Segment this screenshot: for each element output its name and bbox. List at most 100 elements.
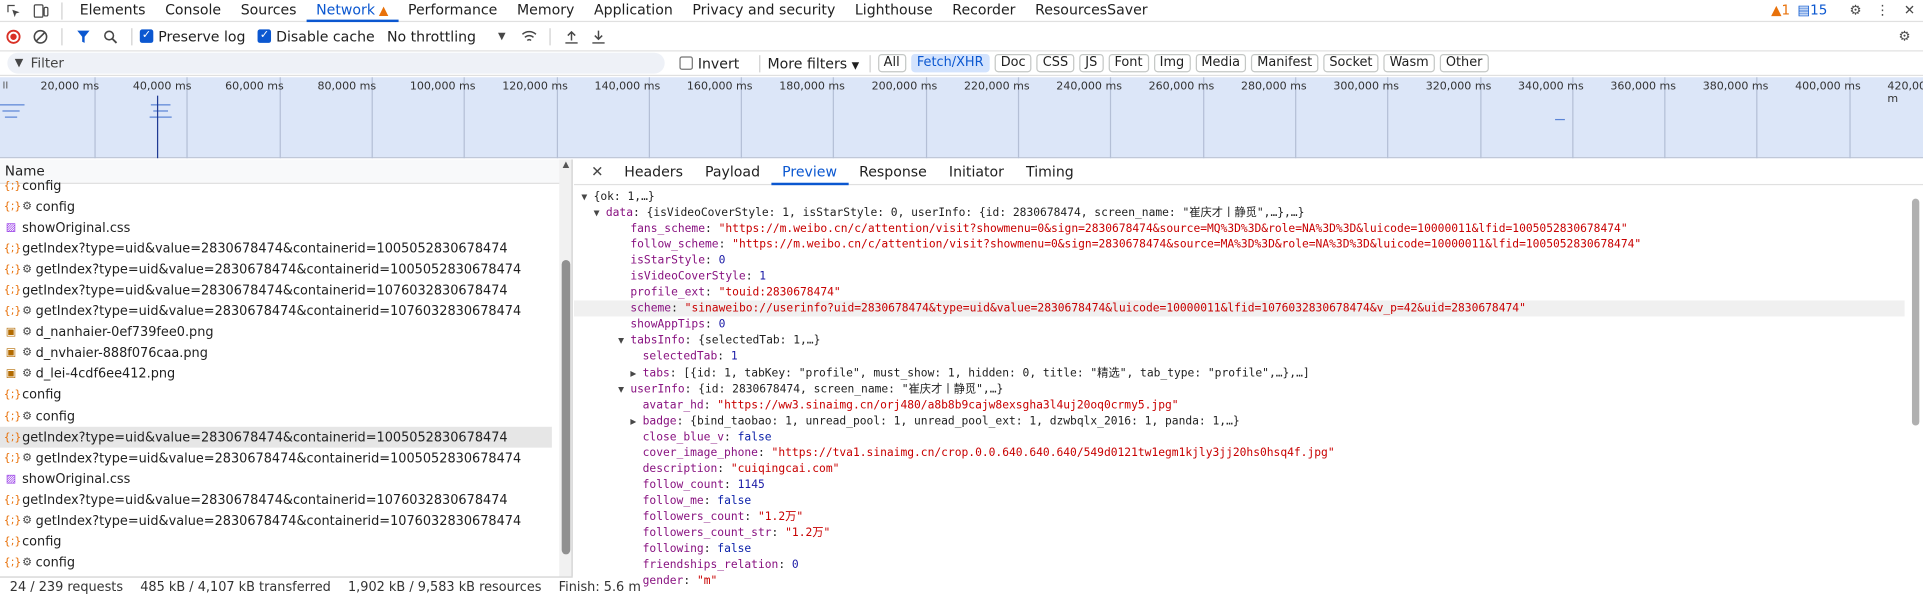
filter-type-socket[interactable]: Socket (1323, 53, 1379, 73)
collapsed-triangle-icon[interactable]: ▶ (630, 365, 642, 381)
scrollbar-thumb[interactable] (561, 259, 571, 555)
settings-gear-icon[interactable]: ⚙ (1847, 2, 1864, 19)
json-property-row[interactable]: profile_ext: "touid:2830678474" (574, 285, 1905, 301)
json-property-row[interactable]: selectedTab: 1 (574, 349, 1905, 365)
tab-lighthouse[interactable]: Lighthouse (845, 0, 942, 21)
request-row[interactable]: {;} config (0, 175, 559, 196)
tab-recorder[interactable]: Recorder (942, 0, 1025, 21)
filter-type-css[interactable]: CSS (1036, 53, 1075, 73)
more-filters-dropdown[interactable]: More filters ▼ (767, 55, 859, 72)
json-property-row[interactable]: scheme: "sinaweibo://userinfo?uid=283067… (573, 300, 1905, 317)
expanded-triangle-icon[interactable]: ▼ (581, 189, 593, 205)
detail-tab-preview[interactable]: Preview (771, 159, 848, 186)
clear-icon[interactable] (32, 28, 49, 45)
json-property-row[interactable]: isVideoCoverStyle: 1 (574, 269, 1905, 285)
filter-type-other[interactable]: Other (1439, 53, 1489, 73)
filter-type-img[interactable]: Img (1153, 53, 1191, 73)
request-row[interactable]: ▨ showOriginal.css (0, 217, 559, 238)
json-property-row[interactable]: avatar_hd: "https://ww3.sinaimg.cn/orj48… (574, 397, 1905, 413)
record-icon[interactable] (5, 28, 22, 45)
throttling-select[interactable]: No throttling (387, 28, 476, 45)
json-property-row[interactable]: follow_me: false (574, 493, 1905, 509)
inspect-element-icon[interactable] (5, 2, 22, 19)
filter-type-fetch-xhr[interactable]: Fetch/XHR (910, 53, 990, 73)
filter-icon[interactable] (75, 28, 92, 45)
json-property-row[interactable]: ▼ tabsInfo: {selectedTab: 1,…} (574, 333, 1905, 349)
overview-handle-icon[interactable]: II (2, 80, 8, 91)
request-row[interactable]: {;} ⚙ getIndex?type=uid&value=2830678474&c… (0, 301, 559, 322)
request-row[interactable]: {;} ⚙ getIndex?type=uid&value=2830678474&c… (0, 448, 559, 469)
disable-cache-checkbox[interactable]: ✓ (257, 29, 272, 43)
tab-console[interactable]: Console (155, 0, 231, 21)
json-property-row[interactable]: followers_count: "1.2万" (574, 509, 1905, 525)
json-property-row[interactable]: cover_image_phone: "https://tva1.sinaimg… (574, 445, 1905, 461)
network-overview-timeline[interactable]: 20,000 ms 40,000 ms 60,000 ms 80,000 ms 100,… (0, 77, 1923, 159)
expanded-triangle-icon[interactable]: ▼ (594, 205, 606, 221)
filter-input[interactable]: ▼ Filter (7, 52, 665, 74)
chevron-down-icon[interactable]: ▼ (493, 28, 510, 45)
json-property-row[interactable]: ▼ data: {isVideoCoverStyle: 1, isStarStyl… (574, 205, 1905, 221)
export-har-icon[interactable] (590, 28, 607, 45)
tab-elements[interactable]: Elements (70, 0, 155, 21)
filter-type-doc[interactable]: Doc (994, 53, 1032, 73)
request-row[interactable]: {;} getIndex?type=uid&value=2830678474&co… (0, 426, 552, 448)
json-property-row[interactable]: description: "cuiqingcai.com" (574, 461, 1905, 477)
more-options-icon[interactable]: ⋮ (1874, 2, 1891, 19)
json-property-row[interactable]: followers_count_str: "1.2万" (574, 525, 1905, 541)
detail-tab-initiator[interactable]: Initiator (938, 159, 1015, 184)
device-toolbar-icon[interactable] (32, 2, 49, 19)
filter-type-js[interactable]: JS (1079, 53, 1104, 73)
request-row[interactable]: ▣ ⚙ d_lei-4cdf6ee412.png (0, 364, 559, 385)
request-row[interactable]: {;} getIndex?type=uid&value=2830678474&co… (0, 490, 559, 511)
json-property-row[interactable]: ▶ badge: {bind_taobao: 1, unread_pool: 1,… (574, 413, 1905, 429)
json-property-row[interactable]: follow_count: 1145 (574, 477, 1905, 493)
filter-type-manifest[interactable]: Manifest (1251, 53, 1319, 73)
json-property-row[interactable]: isStarStyle: 0 (574, 253, 1905, 269)
json-property-row[interactable]: following: false (574, 541, 1905, 557)
close-detail-icon[interactable]: ✕ (589, 163, 606, 180)
detail-tab-response[interactable]: Response (848, 159, 938, 184)
json-property-row[interactable]: fans_scheme: "https://m.weibo.cn/c/atten… (574, 221, 1905, 237)
detail-tab-payload[interactable]: Payload (694, 159, 771, 184)
detail-tab-headers[interactable]: Headers (613, 159, 694, 184)
tab-resourcessaver[interactable]: ResourcesSaver (1025, 0, 1157, 21)
json-property-row[interactable]: follow_scheme: "https://m.weibo.cn/c/att… (574, 237, 1905, 253)
json-property-row[interactable]: ▼ {ok: 1,…} (574, 189, 1905, 205)
request-row[interactable]: ▣ ⚙ d_nvhaier-888f076caa.png (0, 343, 559, 364)
preview-scrollbar[interactable] (1908, 188, 1923, 596)
request-row[interactable]: {;} ⚙ config (0, 553, 559, 574)
scrollbar-thumb[interactable] (1911, 198, 1920, 426)
filter-type-media[interactable]: Media (1195, 53, 1247, 73)
request-row[interactable]: {;} ⚙ getIndex?type=uid&value=2830678474&c… (0, 511, 559, 532)
json-property-row[interactable]: close_blue_v: false (574, 429, 1905, 445)
tab-memory[interactable]: Memory (507, 0, 584, 21)
search-icon[interactable] (102, 28, 119, 45)
filter-type-wasm[interactable]: Wasm (1383, 53, 1435, 73)
issues-count-badge[interactable]: ▤15 (1797, 2, 1827, 18)
detail-tab-timing[interactable]: Timing (1015, 159, 1085, 184)
json-property-row[interactable]: ▶ tabs: [{id: 1, tabKey: "profile", must_… (574, 365, 1905, 381)
tab-performance[interactable]: Performance (398, 0, 507, 21)
request-row[interactable]: ▣ ⚙ d_nanhaier-0ef739fee0.png (0, 322, 559, 343)
network-conditions-icon[interactable] (520, 28, 537, 45)
invert-checkbox[interactable] (679, 56, 693, 70)
preserve-log-checkbox[interactable]: ✓ (139, 29, 154, 43)
tab-network[interactable]: Network ▲ (306, 0, 399, 23)
warning-count-badge[interactable]: ▲1 (1771, 2, 1790, 18)
request-row[interactable]: {;} ⚙ config (0, 196, 559, 217)
scroll-up-arrow-icon[interactable]: ▲ (559, 159, 571, 169)
json-property-row[interactable]: showAppTips: 0 (574, 317, 1905, 333)
expanded-triangle-icon[interactable]: ▼ (618, 381, 630, 397)
tab-privacy-and-security[interactable]: Privacy and security (683, 0, 845, 21)
import-har-icon[interactable] (563, 28, 580, 45)
request-row[interactable]: {;} getIndex?type=uid&value=2830678474&co… (0, 280, 559, 301)
request-row[interactable]: {;} ⚙ getIndex?type=uid&value=2830678474&c… (0, 259, 559, 280)
json-property-row[interactable]: gender: "m" (574, 573, 1905, 589)
collapsed-triangle-icon[interactable]: ▶ (630, 413, 642, 429)
json-property-row[interactable]: friendships_relation: 0 (574, 557, 1905, 573)
request-row[interactable]: {;} getIndex?type=uid&value=2830678474&co… (0, 238, 559, 259)
tab-application[interactable]: Application (584, 0, 682, 21)
request-row[interactable]: ▨ showOriginal.css (0, 469, 559, 490)
request-row[interactable]: {;} ⚙ config (0, 406, 559, 427)
filter-type-font[interactable]: Font (1108, 53, 1149, 73)
